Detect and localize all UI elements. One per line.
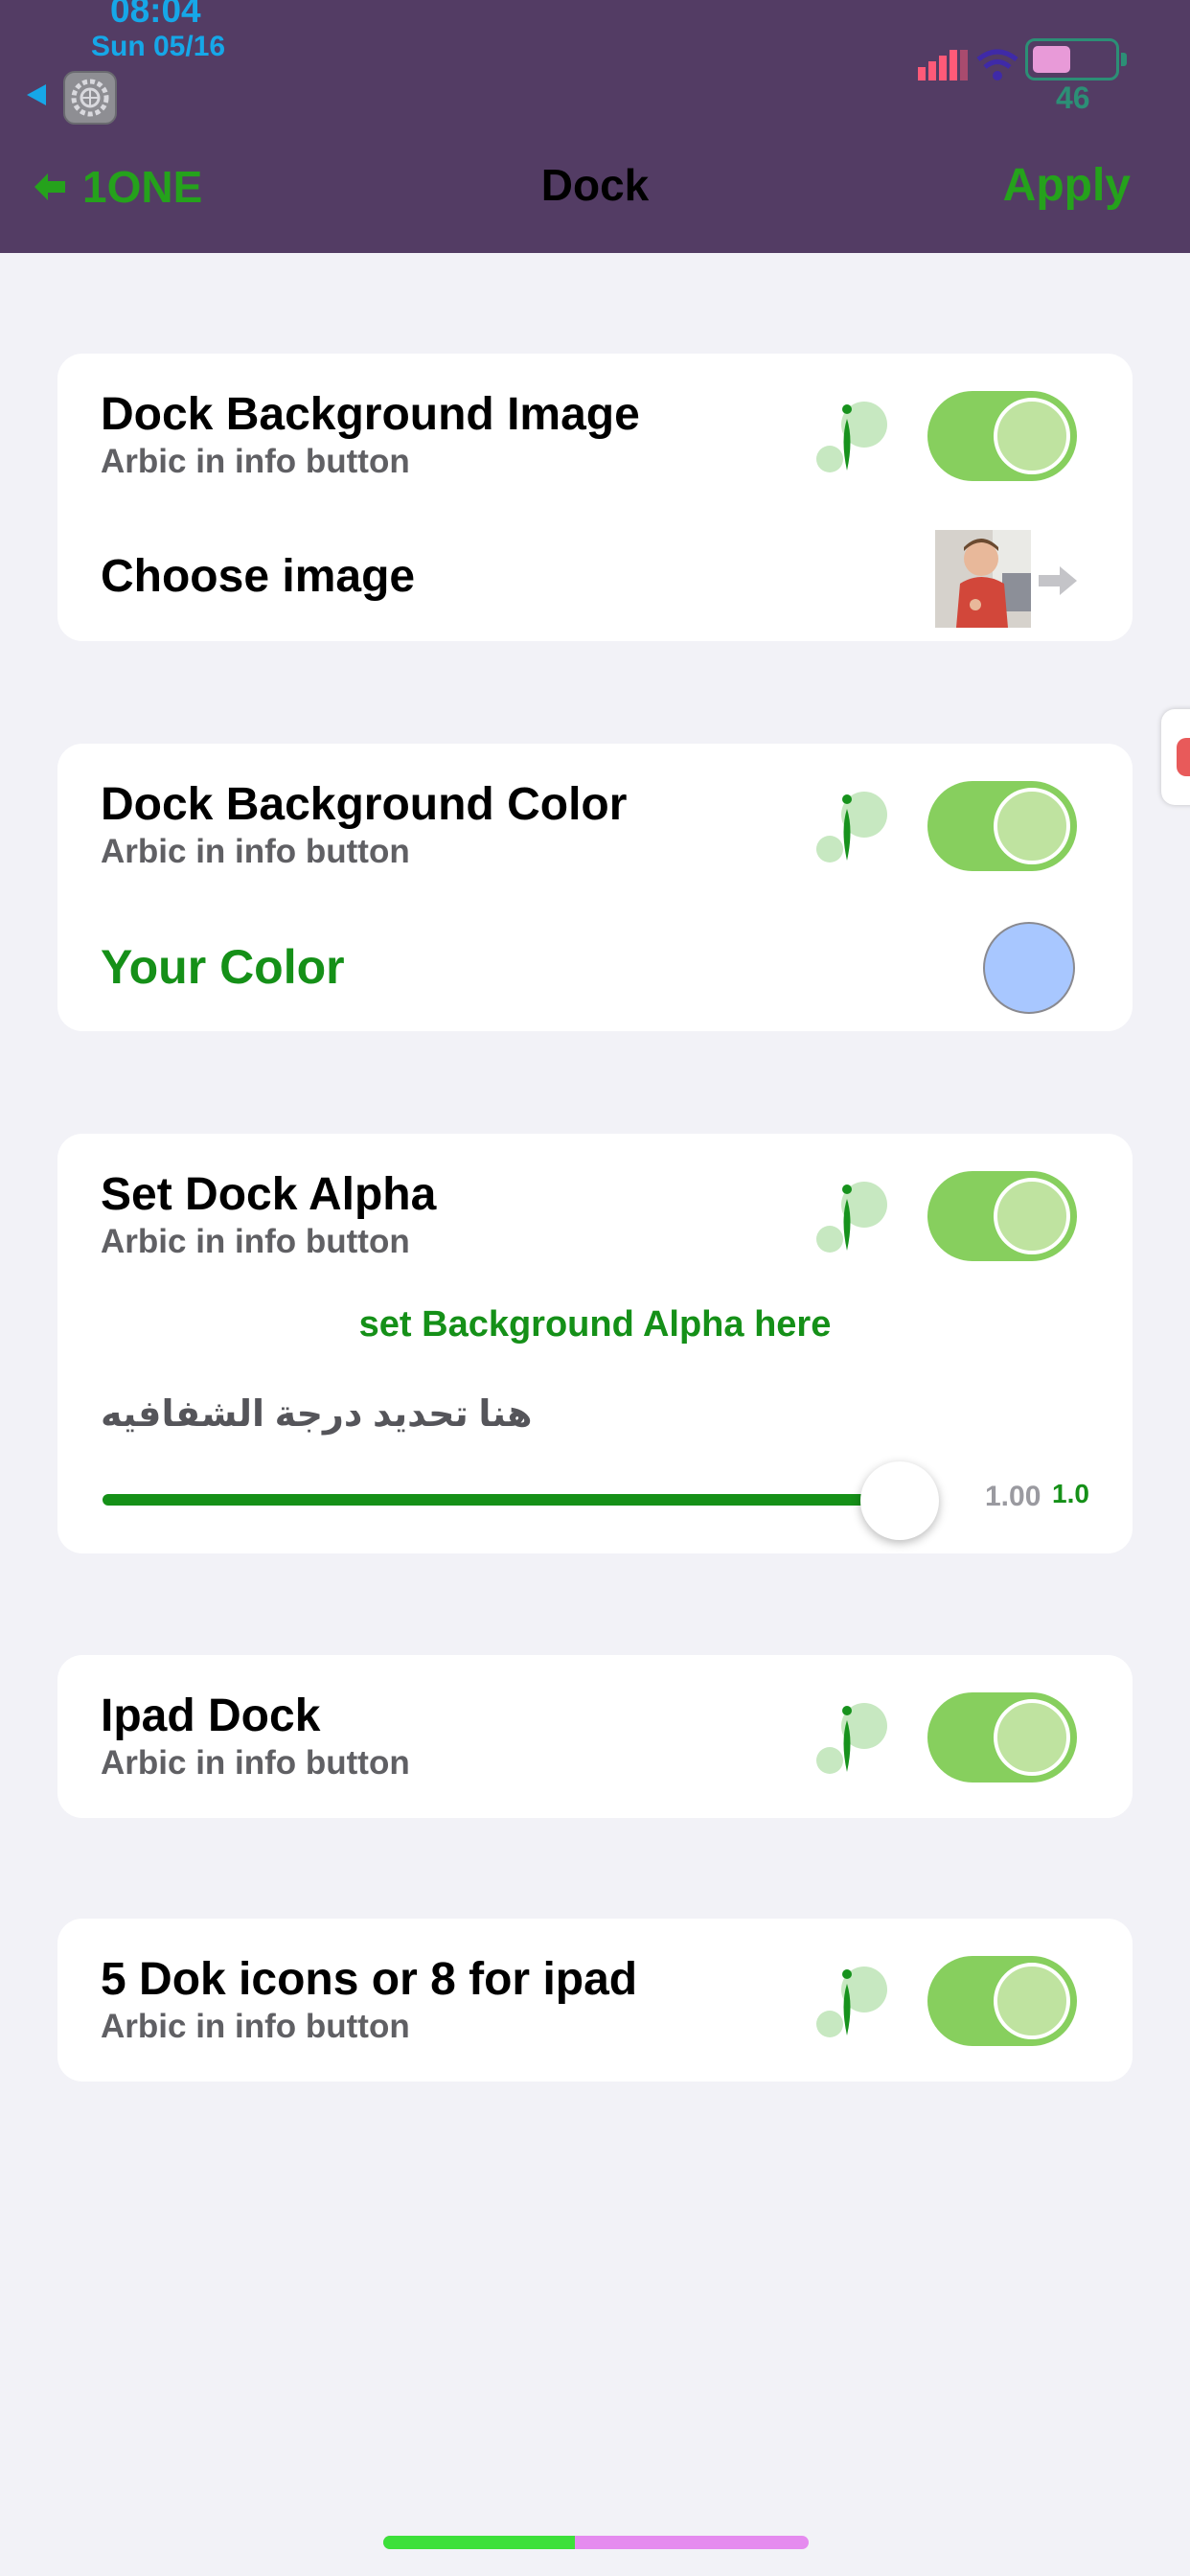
toggle-knob [994,1699,1070,1776]
side-tab-icon [1177,738,1190,776]
info-icon[interactable] [814,1963,891,2039]
info-icon[interactable] [814,788,891,864]
wifi-icon [976,49,1018,80]
dock-alpha-toggle[interactable] [927,1171,1077,1261]
battery-tip [1121,53,1127,66]
row-title: Dock Background Color [101,779,628,830]
dock-alpha-card: Set Dock Alpha Arbic in info button set … [57,1134,1133,1553]
dock-icons-count-card: 5 Dok icons or 8 for ipad Arbic in info … [57,1919,1133,2082]
toggle-knob [994,398,1070,474]
home-indicator[interactable] [383,2536,809,2549]
dock-background-color-card: Dock Background Color Arbic in info butt… [57,744,1133,1031]
alpha-hint-label: set Background Alpha here [358,1304,832,1345]
disclosure-arrow-icon [1039,566,1077,595]
cellular-signal-icon [918,50,968,80]
row-title: 5 Dok icons or 8 for ipad [101,1954,638,2005]
dock-background-color-toggle[interactable] [927,781,1077,871]
back-to-app-icon[interactable] [27,84,46,105]
battery-icon [1025,38,1119,80]
row-title: Set Dock Alpha [101,1169,437,1220]
ipad-dock-toggle[interactable] [927,1692,1077,1782]
battery-level: 46 [1056,80,1090,115]
dock-icons-count-toggle[interactable] [927,1956,1077,2046]
row-subtitle: Arbic in info button [101,443,410,480]
image-thumbnail[interactable] [935,530,1031,628]
color-swatch[interactable] [983,922,1075,1014]
alpha-slider-value-short: 1.0 [1052,1479,1089,1508]
navigation-header: 08:04 Sun 05/16 46 1ONE Dock Apply [0,0,1190,253]
ipad-dock-card: Ipad Dock Arbic in info button [57,1655,1133,1818]
home-indicator-progress [383,2536,575,2549]
row-subtitle: Arbic in info button [101,833,410,870]
alpha-slider-value: 1.00 [985,1481,1041,1512]
toggle-knob [994,1178,1070,1254]
apply-button[interactable]: Apply [1003,159,1131,212]
row-subtitle: Arbic in info button [101,2008,410,2045]
toggle-knob [994,788,1070,864]
your-color-label[interactable]: Your Color [101,939,345,995]
dock-background-image-card: Dock Background Image Arbic in info butt… [57,354,1133,641]
info-icon[interactable] [814,398,891,474]
dock-background-image-toggle[interactable] [927,391,1077,481]
status-date: Sun 05/16 [91,31,226,62]
row-title: Ipad Dock [101,1690,321,1741]
toggle-knob [994,1963,1070,2039]
row-subtitle: Arbic in info button [101,1744,410,1782]
alpha-arabic-label: هنا تحديد درجة الشفافيه [101,1394,533,1435]
battery-fill [1033,46,1070,73]
status-time: 08:04 [110,0,201,30]
alpha-slider-track[interactable] [103,1494,927,1506]
info-icon[interactable] [814,1699,891,1776]
row-subtitle: Arbic in info button [101,1223,410,1260]
settings-gear-icon [63,71,117,125]
choose-image-label[interactable]: Choose image [101,550,415,603]
row-title: Dock Background Image [101,389,640,440]
info-icon[interactable] [814,1178,891,1254]
floating-side-tab[interactable] [1161,709,1190,805]
alpha-slider-thumb[interactable] [860,1461,939,1540]
